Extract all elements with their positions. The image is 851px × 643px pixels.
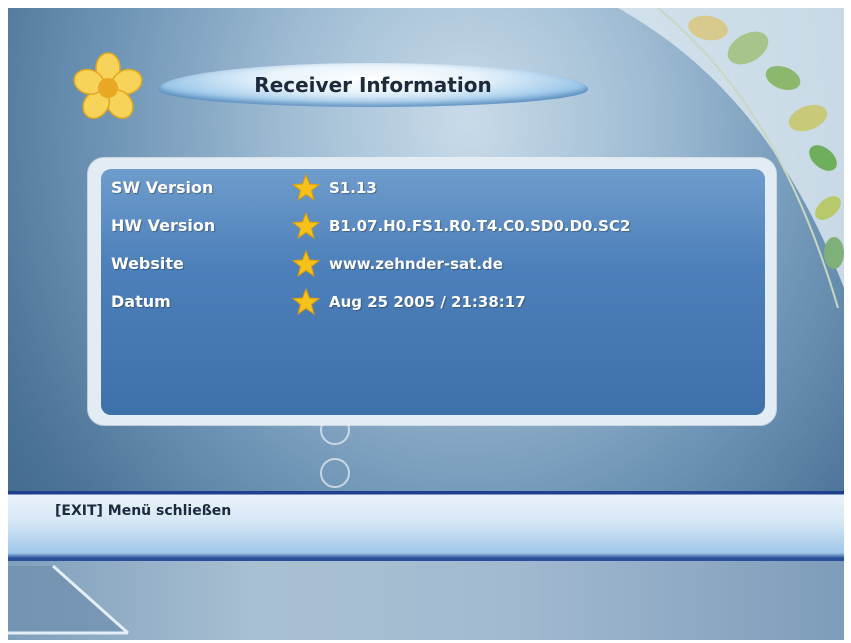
star-icon (291, 173, 321, 202)
triangle-decoration (8, 564, 129, 635)
page-title: Receiver Information (254, 73, 492, 97)
info-row-sw-version: SW Version S1.13 (101, 173, 765, 203)
info-label: Datum (111, 292, 171, 311)
star-icon (291, 287, 321, 316)
info-value: www.zehnder-sat.de (329, 255, 503, 273)
info-value: B1.07.H0.FS1.R0.T4.C0.SD0.D0.SC2 (329, 217, 631, 235)
info-row-website: Website www.zehnder-sat.de (101, 249, 765, 279)
tv-screen: Receiver Information SW Version S1.13 HW… (8, 8, 844, 640)
info-value: S1.13 (329, 179, 377, 197)
info-row-datum: Datum Aug 25 2005 / 21:38:17 (101, 287, 765, 317)
exit-hint: [EXIT] Menü schließen (55, 503, 232, 519)
info-row-hw-version: HW Version B1.07.H0.FS1.R0.T4.C0.SD0.D0.… (101, 211, 765, 241)
info-label: Website (111, 254, 184, 273)
info-value: Aug 25 2005 / 21:38:17 (329, 293, 526, 311)
flower-icon (73, 52, 143, 119)
info-label: SW Version (111, 178, 214, 197)
info-label: HW Version (111, 216, 216, 235)
star-icon (291, 211, 321, 240)
star-icon (291, 249, 321, 278)
